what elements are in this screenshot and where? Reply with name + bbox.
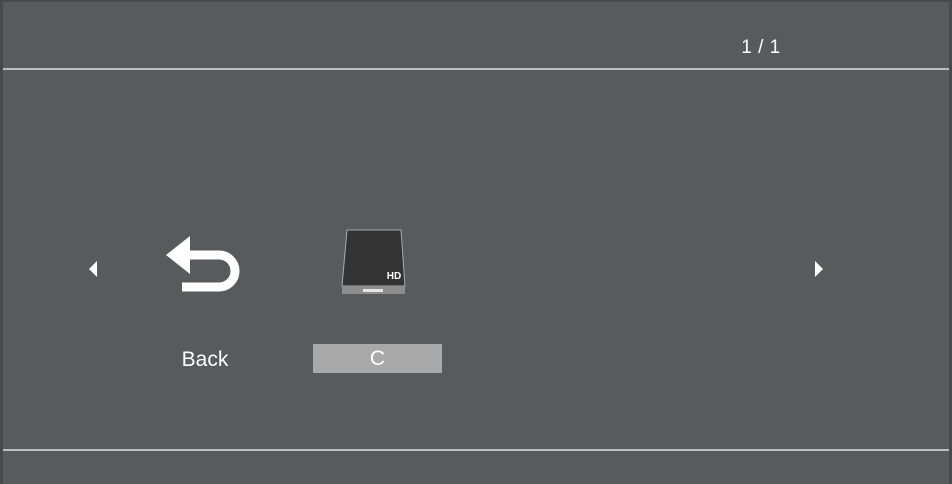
back-item[interactable]: Back [160, 228, 250, 378]
drive-c-item[interactable]: HD C [313, 228, 442, 374]
back-label: Back [181, 348, 229, 371]
triangle-right-icon [815, 261, 823, 277]
triangle-left-icon [89, 261, 97, 277]
page-indicator: 1 / 1 [741, 37, 781, 58]
drive-c-label: C [313, 344, 442, 373]
next-page-button[interactable] [806, 254, 832, 284]
hd-icon-text: HD [387, 271, 401, 282]
back-arrow-icon [164, 234, 240, 296]
hard-drive-icon: HD [339, 228, 409, 296]
previous-page-button[interactable] [80, 254, 106, 284]
header-divider [3, 68, 949, 70]
screen-frame [0, 0, 952, 484]
footer-divider [3, 449, 949, 451]
